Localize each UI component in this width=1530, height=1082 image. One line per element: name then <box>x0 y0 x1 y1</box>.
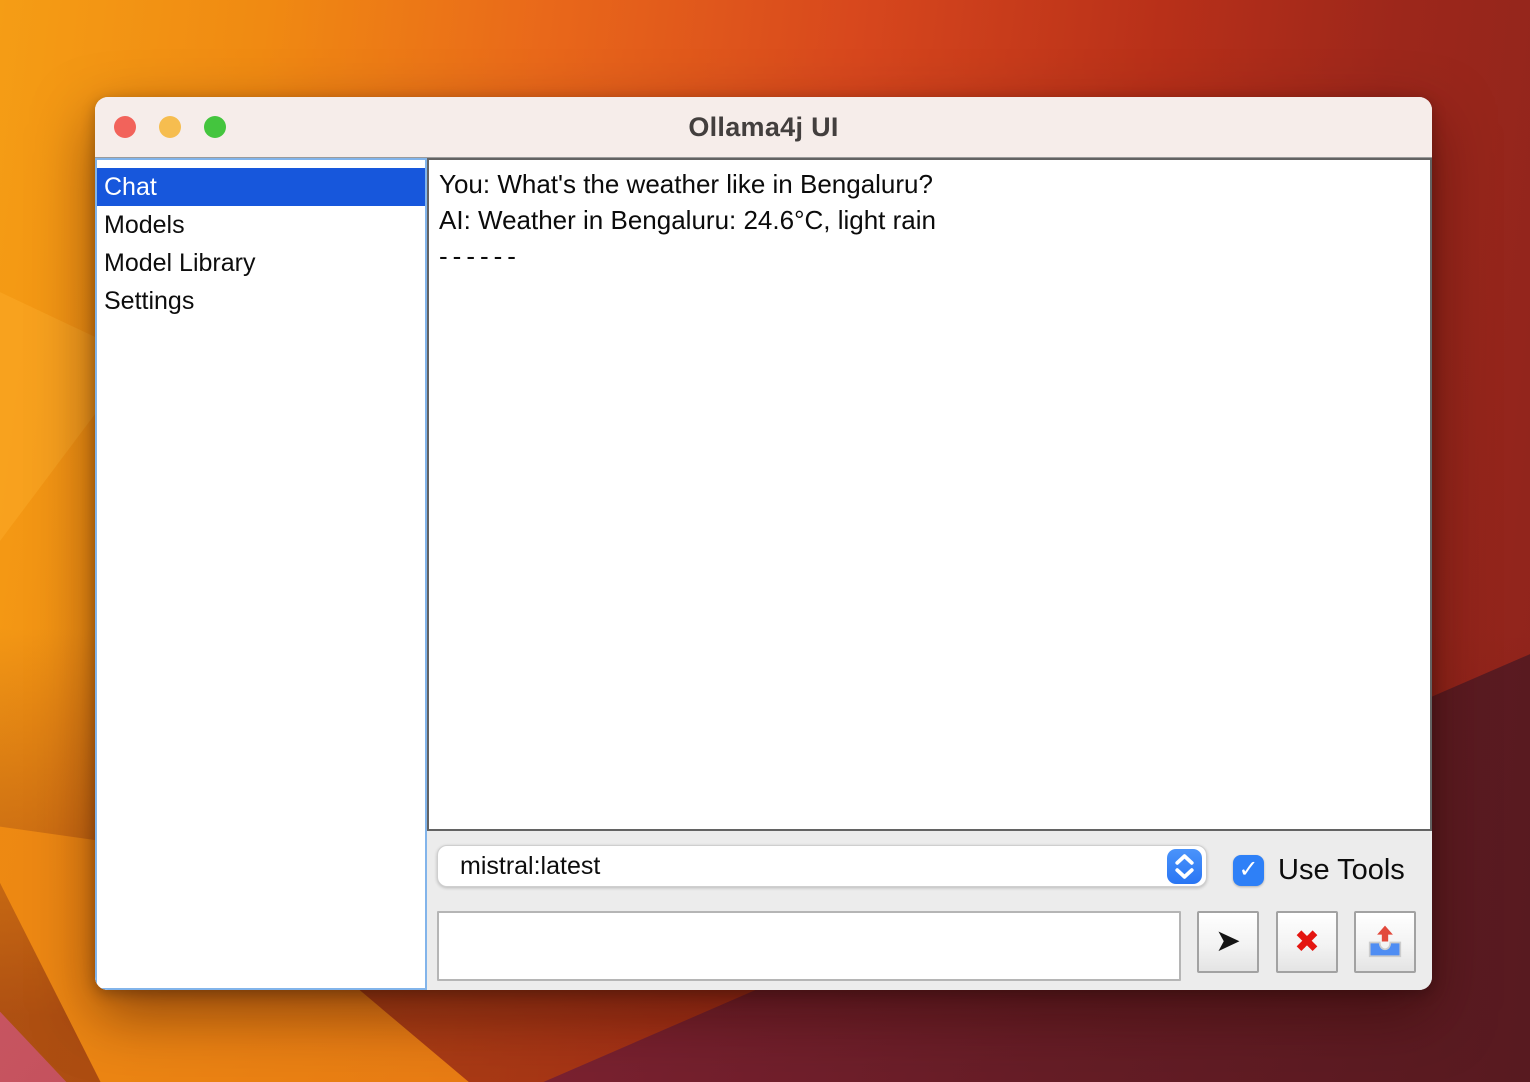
use-tools-label: Use Tools <box>1278 854 1405 887</box>
window-content: Chat Models Model Library Settings You: … <box>95 158 1432 990</box>
window-title: Ollama4j UI <box>688 112 838 143</box>
sidebar-item-chat[interactable]: Chat <box>97 168 425 206</box>
composer-panel: mistral:latest ✓ Use Tools <box>427 831 1432 990</box>
checkmark-icon: ✓ <box>1238 858 1258 882</box>
chat-message-user: You: What's the weather like in Bengalur… <box>439 166 1420 202</box>
model-select-value: mistral:latest <box>460 852 600 881</box>
model-select[interactable]: mistral:latest <box>437 845 1207 887</box>
combobox-arrows-icon <box>1167 849 1202 884</box>
outbox-tray-icon <box>1366 923 1404 961</box>
app-window: Ollama4j UI Chat Models Model Library Se… <box>95 97 1432 990</box>
send-icon: ➤ <box>1215 923 1241 959</box>
sidebar-item-model-library[interactable]: Model Library <box>97 244 425 282</box>
use-tools-checkbox[interactable]: ✓ Use Tools <box>1233 853 1405 888</box>
clear-button[interactable]: ✖ <box>1276 911 1338 973</box>
main-panel: You: What's the weather like in Bengalur… <box>427 158 1432 990</box>
message-input[interactable] <box>437 911 1181 981</box>
sidebar-nav: Chat Models Model Library Settings <box>95 158 427 990</box>
sidebar-item-models[interactable]: Models <box>97 206 425 244</box>
chat-message-ai: AI: Weather in Bengaluru: 24.6°C, light … <box>439 202 1420 238</box>
close-button[interactable] <box>114 116 136 138</box>
send-button[interactable]: ➤ <box>1197 911 1259 973</box>
export-button[interactable] <box>1354 911 1416 973</box>
zoom-button[interactable] <box>204 116 226 138</box>
chat-message-separator: ------ <box>439 238 1420 274</box>
sidebar-item-settings[interactable]: Settings <box>97 282 425 320</box>
checkbox-box: ✓ <box>1233 855 1264 886</box>
traffic-lights <box>114 116 226 138</box>
clear-icon: ✖ <box>1294 924 1320 960</box>
window-titlebar[interactable]: Ollama4j UI <box>95 97 1432 158</box>
minimize-button[interactable] <box>159 116 181 138</box>
chat-transcript[interactable]: You: What's the weather like in Bengalur… <box>427 158 1432 831</box>
